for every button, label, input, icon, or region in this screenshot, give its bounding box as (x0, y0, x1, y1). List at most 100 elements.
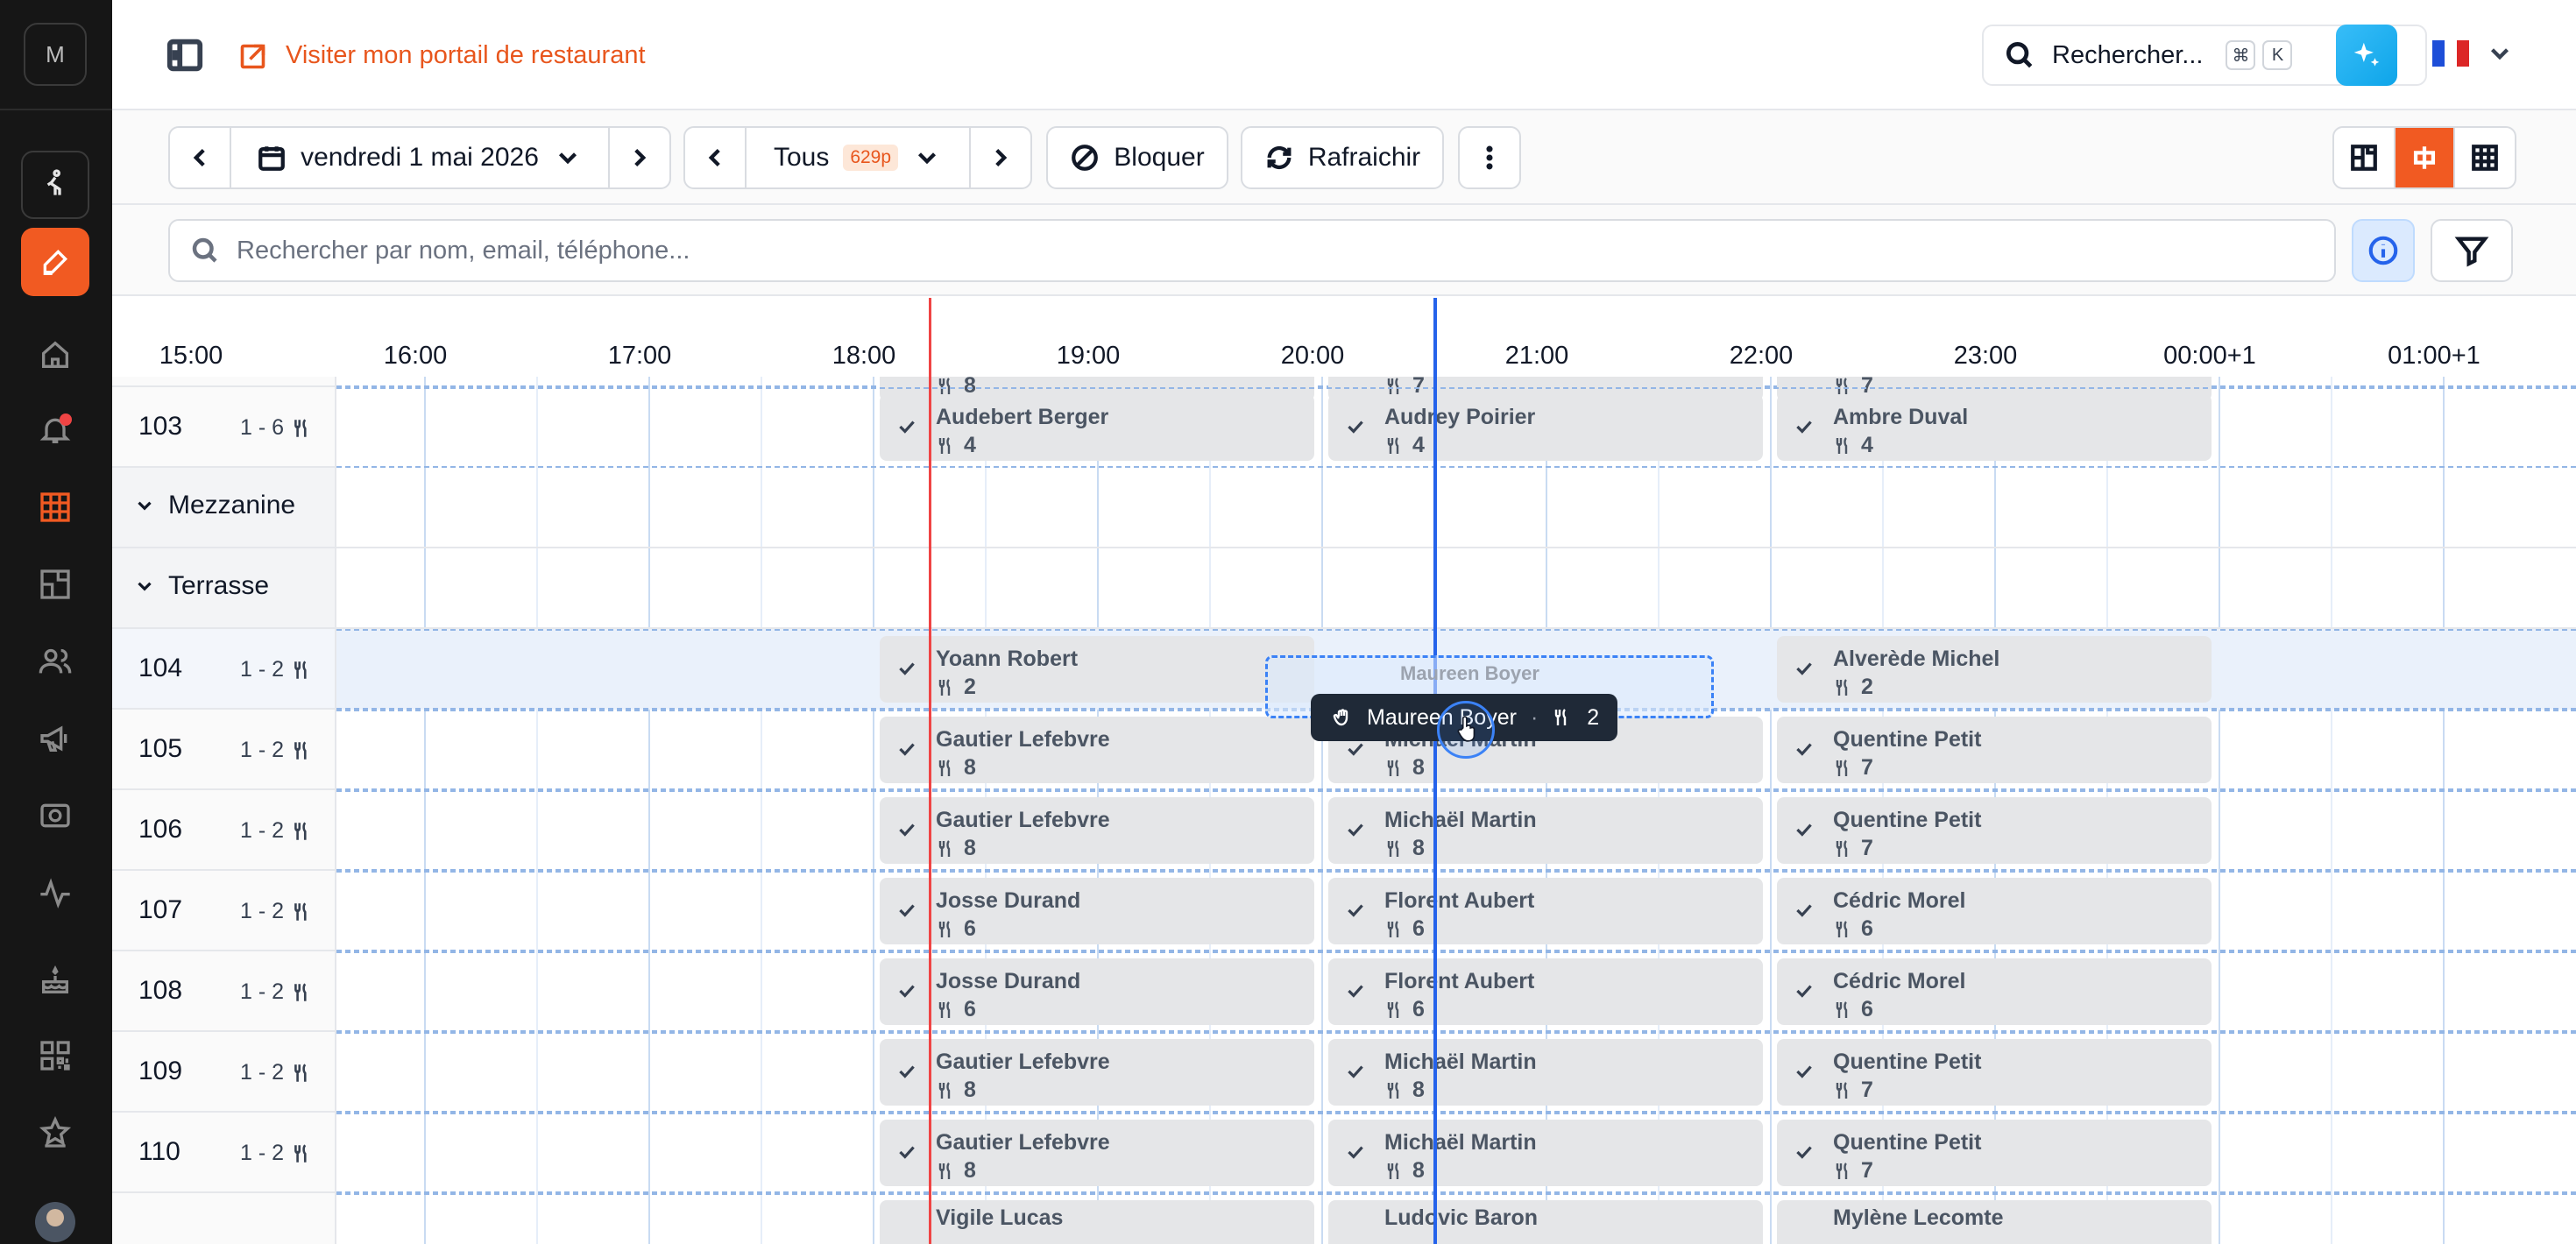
language-dropdown[interactable] (2485, 39, 2515, 68)
french-flag-icon[interactable] (2432, 40, 2469, 67)
more-options-button[interactable] (1458, 126, 1521, 189)
refresh-label: Rafraichir (1307, 143, 1421, 172)
check-icon (1793, 738, 1815, 760)
sidebar-item-notifications[interactable] (21, 396, 89, 464)
grid-view-button[interactable] (2455, 128, 2515, 187)
reservation-card[interactable]: Gautier Lefebvre 8 (880, 1039, 1314, 1106)
sidebar-item-events[interactable] (21, 946, 89, 1014)
sidebar-item-walkin[interactable] (21, 151, 89, 219)
block-button[interactable]: Bloquer (1046, 126, 1228, 189)
refresh-button[interactable]: Rafraichir (1241, 126, 1444, 189)
reservation-card[interactable]: Josse Durand 6 (880, 958, 1314, 1025)
hour-label: 16:00 (383, 342, 448, 370)
reservation-card[interactable]: Ambre Duval 4 (1777, 394, 2212, 461)
check-icon (1793, 818, 1815, 841)
restaurant-logo[interactable]: M (24, 23, 87, 86)
guest-search-placeholder: Rechercher par nom, email, téléphone... (237, 236, 690, 265)
covers-count: 8 (936, 755, 976, 781)
reservation-card[interactable]: Vigile Lucas (880, 1200, 1314, 1244)
reservation-card[interactable]: Florent Aubert 6 (1328, 958, 1763, 1025)
reservation-card[interactable]: Mylène Lecomte (1777, 1200, 2212, 1244)
calendar-icon (258, 146, 285, 171)
sidebar-item-reviews[interactable] (21, 1099, 89, 1167)
reservation-card[interactable]: Quentine Petit 7 (1777, 797, 2212, 864)
chevron-down-icon (2490, 48, 2509, 60)
sidebar-item-edit[interactable] (21, 228, 89, 296)
check-icon (1793, 415, 1815, 438)
sidebar-item-floorplan[interactable] (21, 550, 89, 618)
reservation-card[interactable]: Michaël Martin 8 (1328, 1039, 1763, 1106)
hand-cursor-icon (1457, 716, 1476, 742)
section-band (336, 548, 2576, 629)
reservation-card[interactable]: Cédric Morel 6 (1777, 878, 2212, 944)
cake-icon (42, 965, 68, 993)
cmd-key: ⌘ (2226, 40, 2256, 70)
info-button[interactable] (2352, 219, 2415, 282)
date-picker[interactable]: vendredi 1 mai 2026 (231, 128, 610, 187)
reservation-card[interactable]: Josse Durand 6 (880, 878, 1314, 944)
sidebar-item-stats[interactable] (21, 859, 89, 927)
guest-search-input[interactable]: Rechercher par nom, email, téléphone... (168, 219, 2336, 282)
chevron-left-icon (708, 148, 720, 167)
chevron-down-icon (918, 152, 937, 165)
reservation-card[interactable]: Audebert Berger 4 (880, 394, 1314, 461)
service-select[interactable]: Tous 629p (747, 128, 971, 187)
reservation-card[interactable]: Gautier Lefebvre 8 (880, 1120, 1314, 1186)
search-icon (2006, 41, 2033, 68)
user-avatar[interactable] (35, 1202, 75, 1242)
reservation-card[interactable]: Michaël Martin 8 (1328, 797, 1763, 864)
floorplan-view-button[interactable] (2334, 128, 2396, 187)
next-day-button[interactable] (610, 128, 669, 187)
reservation-card[interactable]: Quentine Petit 7 (1777, 717, 2212, 783)
reservation-card[interactable]: Gautier Lefebvre 8 (880, 797, 1314, 864)
reservation-card[interactable]: Florent Aubert 6 (1328, 878, 1763, 944)
cutlery-icon (1836, 678, 1848, 696)
hour-label: 18:00 (832, 342, 896, 370)
portal-link[interactable]: Visiter mon portail de restaurant (238, 35, 646, 75)
grab-hand-icon (1333, 709, 1348, 726)
reservation-card[interactable]: Quentine Petit 7 (1777, 1120, 2212, 1186)
service-navigator: Tous 629p (683, 126, 1032, 189)
guest-name: Michaël Martin (1384, 1050, 1537, 1074)
reservation-card[interactable]: Ludovic Baron (1328, 1200, 1763, 1244)
prev-service-button[interactable] (685, 128, 747, 187)
covers-count: 6 (1833, 916, 1873, 942)
sidebar-item-timeline[interactable] (21, 473, 89, 541)
filter-button[interactable] (2431, 219, 2513, 282)
prev-day-button[interactable] (170, 128, 231, 187)
sidebar-item-camera[interactable] (21, 781, 89, 850)
cutlery-icon (294, 660, 307, 679)
reservation-card[interactable]: Audrey Poirier 4 (1328, 394, 1763, 461)
reservation-card[interactable]: Quentine Petit 7 (1777, 1039, 2212, 1106)
reservation-card[interactable]: Gautier Lefebvre 8 (880, 717, 1314, 783)
timeline-view-button[interactable] (2396, 128, 2455, 187)
sidebar-item-guests[interactable] (21, 627, 89, 696)
more-vertical-icon (1486, 145, 1493, 170)
cutlery-icon (294, 740, 307, 760)
covers-count: 6 (936, 997, 976, 1022)
reservation-card[interactable]: Alverède Michel 2 (1777, 636, 2212, 703)
ai-assistant-button[interactable] (2336, 25, 2397, 86)
covers-count: 6 (936, 916, 976, 942)
reservation-card[interactable]: Yoann Robert 2 (880, 636, 1314, 703)
reservation-card[interactable]: Michaël Martin 8 (1328, 1120, 1763, 1186)
table-label: 107 1 - 2 (112, 871, 336, 951)
guest-name: Alverède Michel (1833, 647, 2000, 671)
reservation-card[interactable]: Cédric Morel 6 (1777, 958, 2212, 1025)
cutlery-icon (294, 901, 307, 921)
cutlery-icon (1387, 839, 1399, 857)
search-row: Rechercher par nom, email, téléphone... (112, 205, 2576, 296)
view-switcher (2332, 126, 2516, 189)
sidebar-item-home[interactable] (21, 321, 89, 389)
section-mezzanine[interactable]: Mezzanine (112, 468, 2576, 548)
sidebar-item-qr[interactable] (21, 1021, 89, 1090)
cutlery-icon (294, 1063, 307, 1082)
current-time-line (929, 298, 931, 1244)
next-service-button[interactable] (971, 128, 1030, 187)
cutlery-icon (1387, 1162, 1399, 1179)
sidebar-item-marketing[interactable] (21, 704, 89, 773)
check-icon (895, 657, 918, 680)
section-terrasse[interactable]: Terrasse (112, 548, 2576, 629)
hour-label: 00:00+1 (2163, 342, 2256, 370)
sidebar-toggle-button[interactable] (165, 35, 205, 75)
